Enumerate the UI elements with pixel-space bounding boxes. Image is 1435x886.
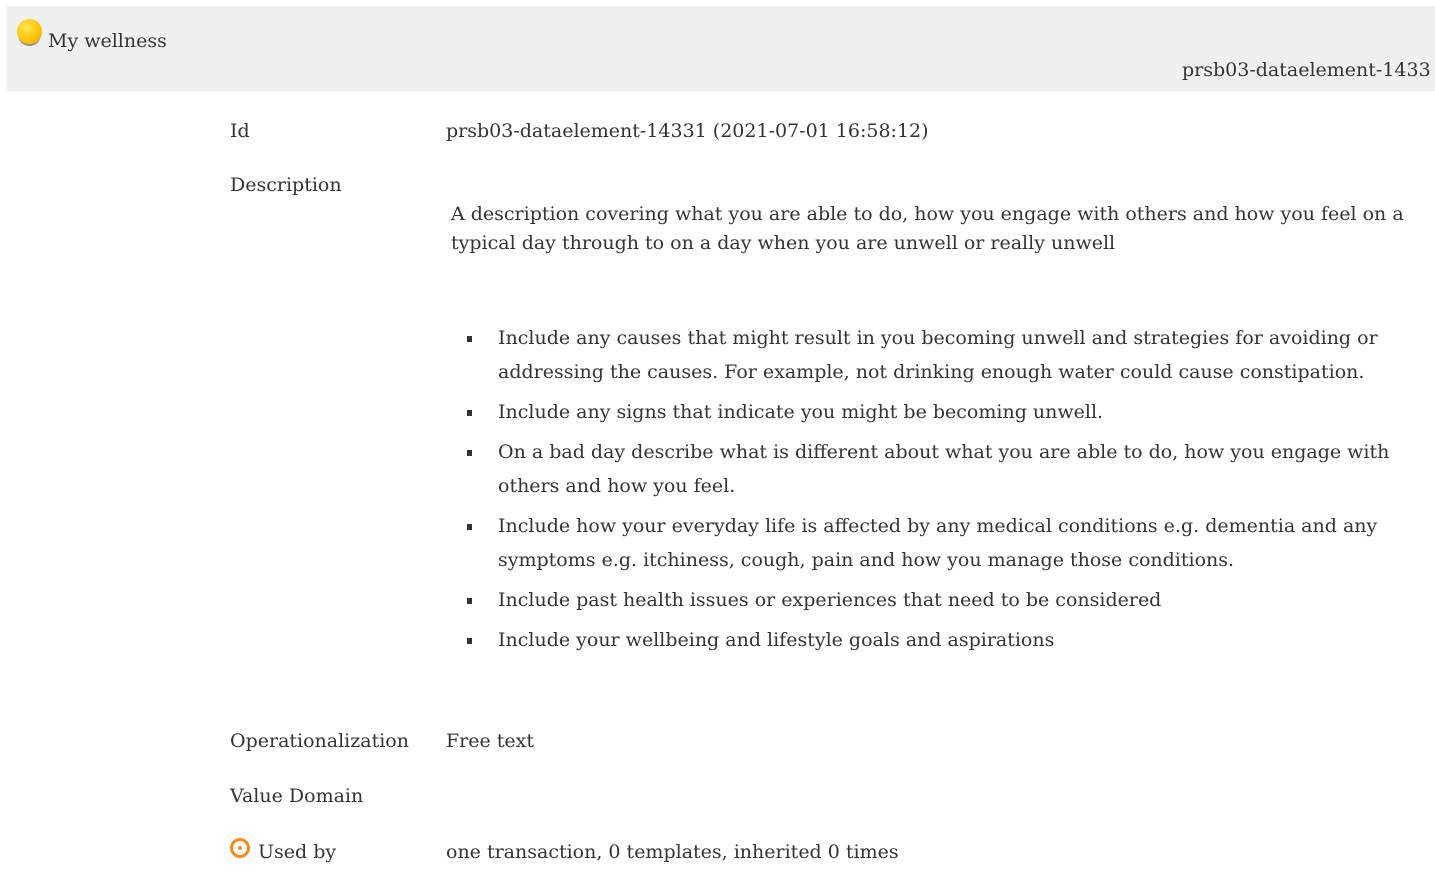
description-label: Description xyxy=(230,174,342,196)
bullet-marker xyxy=(467,524,472,530)
id-label: Id xyxy=(230,120,250,142)
list-item: Include past health issues or experience… xyxy=(465,583,1430,617)
page-title: My wellness xyxy=(48,30,167,52)
list-item: On a bad day describe what is different … xyxy=(465,435,1430,503)
bullet-marker xyxy=(467,638,472,644)
yellow-circle-icon xyxy=(17,19,42,44)
operationalization-label: Operationalization xyxy=(230,730,409,752)
bullet-marker xyxy=(467,450,472,456)
list-item: Include any signs that indicate you migh… xyxy=(465,395,1430,429)
bullet-marker xyxy=(467,336,472,342)
id-value: prsb03-dataelement-14331 (2021-07-01 16:… xyxy=(446,120,929,142)
list-item: Include how your everyday life is affect… xyxy=(465,509,1430,577)
description-intro: A description covering what you are able… xyxy=(451,203,1404,254)
list-item: Include your wellbeing and lifestyle goa… xyxy=(465,623,1430,657)
header-bar: My wellness prsb03-dataelement-1433 xyxy=(7,6,1435,91)
header-id: prsb03-dataelement-1433 xyxy=(1182,59,1431,81)
description-bullet-list: Include any causes that might result in … xyxy=(465,321,1430,663)
target-icon[interactable] xyxy=(230,838,250,858)
list-item: Include any causes that might result in … xyxy=(465,321,1430,389)
used-by-label: Used by xyxy=(258,841,337,863)
operationalization-value: Free text xyxy=(446,730,535,752)
used-by-value[interactable]: one transaction, 0 templates, inherited … xyxy=(446,841,899,863)
bullet-marker xyxy=(467,598,472,604)
value-domain-label: Value Domain xyxy=(230,785,364,807)
bullet-marker xyxy=(467,410,472,416)
